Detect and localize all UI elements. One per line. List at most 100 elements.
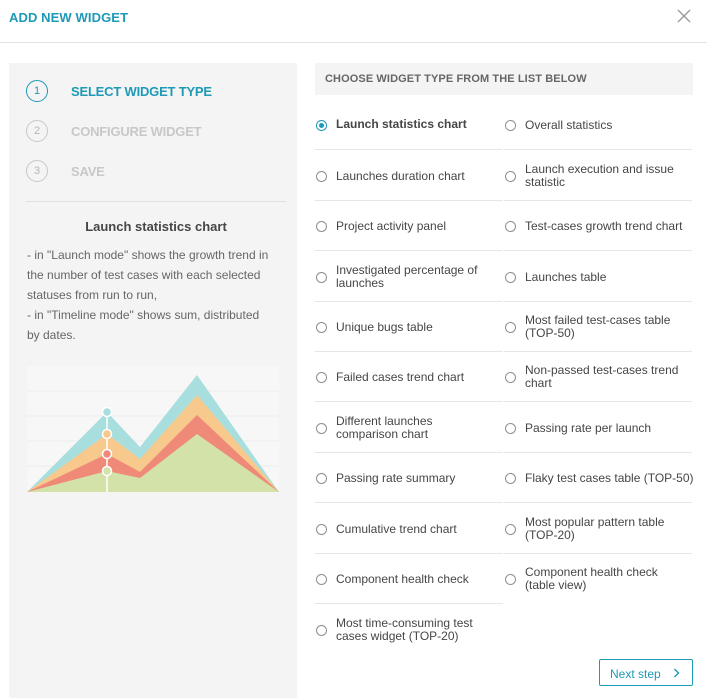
radio-button[interactable] [316, 120, 327, 131]
radio-button[interactable] [316, 171, 327, 182]
radio-button[interactable] [316, 272, 327, 283]
radio-button[interactable] [505, 322, 516, 333]
divider [315, 250, 503, 251]
widget-option-launch-execution-and-issue-statistic[interactable]: Launch execution and issue statistic [504, 151, 692, 201]
divider [504, 250, 692, 251]
step-label: SELECT WIDGET TYPE [71, 84, 212, 99]
radio-button[interactable] [316, 473, 327, 484]
option-label: Component health check (table view) [525, 565, 658, 592]
divider [26, 201, 286, 202]
option-label: Most failed test-cases table (TOP-50) [525, 313, 671, 340]
radio-button[interactable] [505, 221, 516, 232]
widget-option-launches-table[interactable]: Launches table [504, 252, 692, 302]
radio-button[interactable] [316, 574, 327, 585]
description-line: - in "Launch mode" shows the growth tren… [27, 248, 269, 262]
step-configure-widget: 2 CONFIGURE WIDGET [26, 120, 286, 144]
next-step-button[interactable]: Next step [599, 659, 693, 686]
description-line: - in "Timeline mode" shows sum, distribu… [27, 308, 260, 322]
radio-button[interactable] [316, 221, 327, 232]
widget-option-launches-duration-chart[interactable]: Launches duration chart [315, 151, 503, 201]
widget-option-most-popular-pattern-table[interactable]: Most popular pattern table (TOP-20) [504, 504, 692, 554]
preview-marker-point [101, 465, 113, 477]
widget-option-component-health-check[interactable]: Component health check [315, 554, 503, 604]
widget-preview-image [27, 366, 279, 492]
step-number-badge: 1 [26, 80, 48, 102]
modal-header: ADD NEW WIDGET [0, 0, 707, 43]
widget-option-passing-rate-summary[interactable]: Passing rate summary [315, 453, 503, 503]
description-line: the number of test cases with each selec… [27, 268, 261, 282]
option-label: Most popular pattern table (TOP-20) [525, 515, 665, 542]
option-label: Flaky test cases table (TOP-50) [525, 471, 694, 485]
widget-option-component-health-check-table-view[interactable]: Component health check (table view) [504, 554, 692, 604]
widget-option-most-time-consuming-test-cases[interactable]: Most time-consuming test cases widget (T… [315, 605, 503, 655]
widget-option-non-passed-test-cases-trend-chart[interactable]: Non-passed test-cases trend chart [504, 352, 692, 402]
step-label: SAVE [71, 164, 105, 179]
widget-option-project-activity-panel[interactable]: Project activity panel [315, 201, 503, 251]
widget-option-most-failed-test-cases-table[interactable]: Most failed test-cases table (TOP-50) [504, 302, 692, 352]
modal-title: ADD NEW WIDGET [9, 10, 129, 25]
option-label: Passing rate summary [336, 471, 456, 485]
option-label: Most time-consuming test cases widget (T… [336, 616, 473, 643]
option-label: Failed cases trend chart [336, 370, 465, 384]
close-icon[interactable] [675, 7, 693, 25]
option-label: Launch statistics chart [336, 117, 467, 131]
widget-option-failed-cases-trend-chart[interactable]: Failed cases trend chart [315, 352, 503, 402]
option-label: Project activity panel [336, 219, 447, 233]
radio-button[interactable] [316, 322, 327, 333]
option-label: Passing rate per launch [525, 421, 652, 435]
widget-preview-title: Launch statistics chart [85, 219, 227, 234]
widget-option-different-launches-comparison-chart[interactable]: Different launches comparison chart [315, 403, 503, 453]
step-select-widget-type: 1 SELECT WIDGET TYPE [26, 80, 286, 104]
radio-button[interactable] [505, 423, 516, 434]
next-step-label: Next step [610, 667, 661, 681]
widget-option-passing-rate-per-launch[interactable]: Passing rate per launch [504, 403, 692, 453]
widget-option-test-cases-growth-trend-chart[interactable]: Test-cases growth trend chart [504, 201, 692, 251]
option-label: Launch execution and issue statistic [525, 162, 674, 189]
widget-option-investigated-percentage-of-launches[interactable]: Investigated percentage of launches [315, 252, 503, 302]
radio-button[interactable] [505, 120, 516, 131]
option-label: Launches table [525, 270, 607, 284]
divider [504, 401, 692, 402]
preview-marker-point [101, 406, 113, 418]
divider [504, 502, 692, 503]
option-label: Investigated percentage of launches [336, 263, 478, 290]
option-label: Unique bugs table [336, 320, 433, 334]
radio-button[interactable] [505, 524, 516, 535]
description-line: by dates. [27, 328, 76, 342]
widget-list-header: CHOOSE WIDGET TYPE FROM THE LIST BELOW [315, 63, 693, 95]
widget-preview-description: - in "Launch mode" shows the growth tren… [27, 245, 289, 345]
option-label: Overall statistics [525, 118, 613, 132]
option-label: Component health check [336, 572, 469, 586]
radio-button[interactable] [505, 473, 516, 484]
description-line: statuses from run to run, [27, 288, 158, 302]
radio-button[interactable] [316, 524, 327, 535]
option-label: Non-passed test-cases trend chart [525, 363, 679, 390]
radio-button[interactable] [316, 423, 327, 434]
preview-marker-point [101, 448, 113, 460]
step-number-badge: 2 [26, 120, 48, 142]
divider [315, 502, 503, 503]
divider [504, 149, 692, 150]
preview-marker-point [101, 428, 113, 440]
option-label: Cumulative trend chart [336, 522, 457, 536]
divider [315, 603, 503, 604]
radio-button[interactable] [505, 372, 516, 383]
option-label: Test-cases growth trend chart [525, 219, 683, 233]
chevron-right-icon [674, 668, 680, 678]
wizard-sidebar: 1 SELECT WIDGET TYPE 2 CONFIGURE WIDGET … [9, 63, 297, 698]
divider [315, 149, 503, 150]
widget-list-header-label: CHOOSE WIDGET TYPE FROM THE LIST BELOW [325, 73, 587, 85]
radio-button[interactable] [505, 171, 516, 182]
option-label: Different launches comparison chart [336, 414, 433, 441]
widget-option-overall-statistics[interactable]: Overall statistics [504, 100, 692, 150]
radio-button[interactable] [316, 625, 327, 636]
divider [315, 401, 503, 402]
radio-button[interactable] [316, 372, 327, 383]
radio-button[interactable] [505, 272, 516, 283]
option-label: Launches duration chart [336, 169, 465, 183]
widget-option-unique-bugs-table[interactable]: Unique bugs table [315, 302, 503, 352]
radio-button[interactable] [505, 574, 516, 585]
widget-option-flaky-test-cases-table[interactable]: Flaky test cases table (TOP-50) [504, 453, 694, 503]
widget-option-cumulative-trend-chart[interactable]: Cumulative trend chart [315, 504, 503, 554]
widget-option-launch-statistics-chart[interactable]: Launch statistics chart [315, 100, 503, 150]
